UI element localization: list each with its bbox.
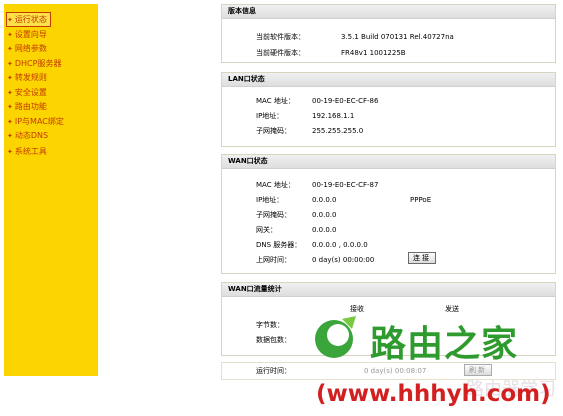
logo-icon: [312, 313, 360, 361]
software-version-label: 当前软件版本：: [256, 33, 305, 41]
packets-label: 数据包数：: [256, 336, 291, 344]
bullet-icon: ✦: [7, 118, 13, 126]
hardware-version-value: FR48v1 1001225B: [341, 49, 406, 57]
lan-panel: LAN口状态 MAC 地址： 00-19-E0-EC-CF-86 IP地址： 1…: [221, 72, 556, 147]
sidebar-item-wizard[interactable]: ✦ 设置向导: [7, 28, 47, 41]
wan-dns-label: DNS 服务器：: [256, 241, 302, 249]
watermark-url: (www.hhhyh.com): [316, 381, 551, 407]
version-panel: 版本信息 当前软件版本： 3.5.1 Build 070131 Rel.4072…: [221, 4, 556, 63]
sidebar-item-ip-mac-binding[interactable]: ✦ IP与MAC绑定: [7, 115, 64, 128]
sidebar-item-system-tools[interactable]: ✦ 系统工具: [7, 145, 47, 158]
wan-ip-value: 0.0.0.0: [312, 196, 337, 204]
wan-online-time-label: 上网时间：: [256, 256, 291, 264]
bullet-icon: ✦: [7, 60, 13, 68]
sidebar-item-dhcp[interactable]: ✦ DHCP服务器: [7, 57, 61, 70]
wan-mask-label: 子网掩码：: [256, 211, 291, 219]
lan-mac-label: MAC 地址：: [256, 97, 295, 105]
sidebar-item-network[interactable]: ✦ 网络参数: [7, 42, 47, 55]
bullet-icon: ✦: [7, 16, 13, 24]
hardware-version-label: 当前硬件版本：: [256, 49, 305, 57]
watermark-title: 路由之家: [370, 324, 519, 365]
bullet-icon: ✦: [7, 148, 13, 156]
sent-header: 发送: [445, 305, 459, 313]
wan-connection-type: PPPoE: [410, 196, 432, 204]
sidebar-item-ddns[interactable]: ✦ 动态DNS: [7, 129, 48, 142]
wan-gateway-label: 网关：: [256, 226, 277, 234]
wan-gateway-value: 0.0.0.0: [312, 226, 337, 234]
bytes-label: 字节数：: [256, 321, 284, 329]
sidebar-item-forwarding[interactable]: ✦ 转发规则: [7, 71, 47, 84]
wan-mac-label: MAC 地址：: [256, 181, 295, 189]
bullet-icon: ✦: [7, 31, 13, 39]
bullet-icon: ✦: [7, 132, 13, 140]
sidebar-item-status[interactable]: ✦ 运行状态: [6, 12, 51, 27]
lan-mask-value: 255.255.255.0: [312, 127, 364, 135]
panel-title: WAN口流量统计: [222, 283, 555, 297]
lan-ip-label: IP地址：: [256, 112, 284, 120]
wan-mask-value: 0.0.0.0: [312, 211, 337, 219]
wan-panel: WAN口状态 MAC 地址： 00-19-E0-EC-CF-87 IP地址： 0…: [221, 154, 556, 274]
software-version-value: 3.5.1 Build 070131 Rel.40727na: [341, 33, 454, 41]
lan-mask-label: 子网掩码：: [256, 127, 291, 135]
lan-mac-value: 00-19-E0-EC-CF-86: [312, 97, 379, 105]
wan-ip-label: IP地址：: [256, 196, 284, 204]
lan-ip-value: 192.168.1.1: [312, 112, 355, 120]
sidebar-item-routing[interactable]: ✦ 路由功能: [7, 100, 47, 113]
wan-mac-value: 00-19-E0-EC-CF-87: [312, 181, 379, 189]
panel-title: LAN口状态: [222, 73, 555, 87]
bullet-icon: ✦: [7, 103, 13, 111]
bullet-icon: ✦: [7, 89, 13, 97]
connect-button[interactable]: 连接: [408, 252, 436, 264]
wan-online-time-value: 0 day(s) 00:00:00: [312, 256, 375, 264]
sidebar-item-security[interactable]: ✦ 安全设置: [7, 86, 47, 99]
bullet-icon: ✦: [7, 74, 13, 82]
panel-title: WAN口状态: [222, 155, 555, 169]
panel-title: 版本信息: [222, 5, 555, 19]
runtime-label: 运行时间：: [256, 367, 291, 375]
bullet-icon: ✦: [7, 45, 13, 53]
wan-dns-value: 0.0.0.0 , 0.0.0.0: [312, 241, 368, 249]
sidebar-menu: ✦ 运行状态 ✦ 设置向导 ✦ 网络参数 ✦ DHCP服务器 ✦ 转发规则 ✦ 安全设置 ✦…: [4, 4, 98, 376]
